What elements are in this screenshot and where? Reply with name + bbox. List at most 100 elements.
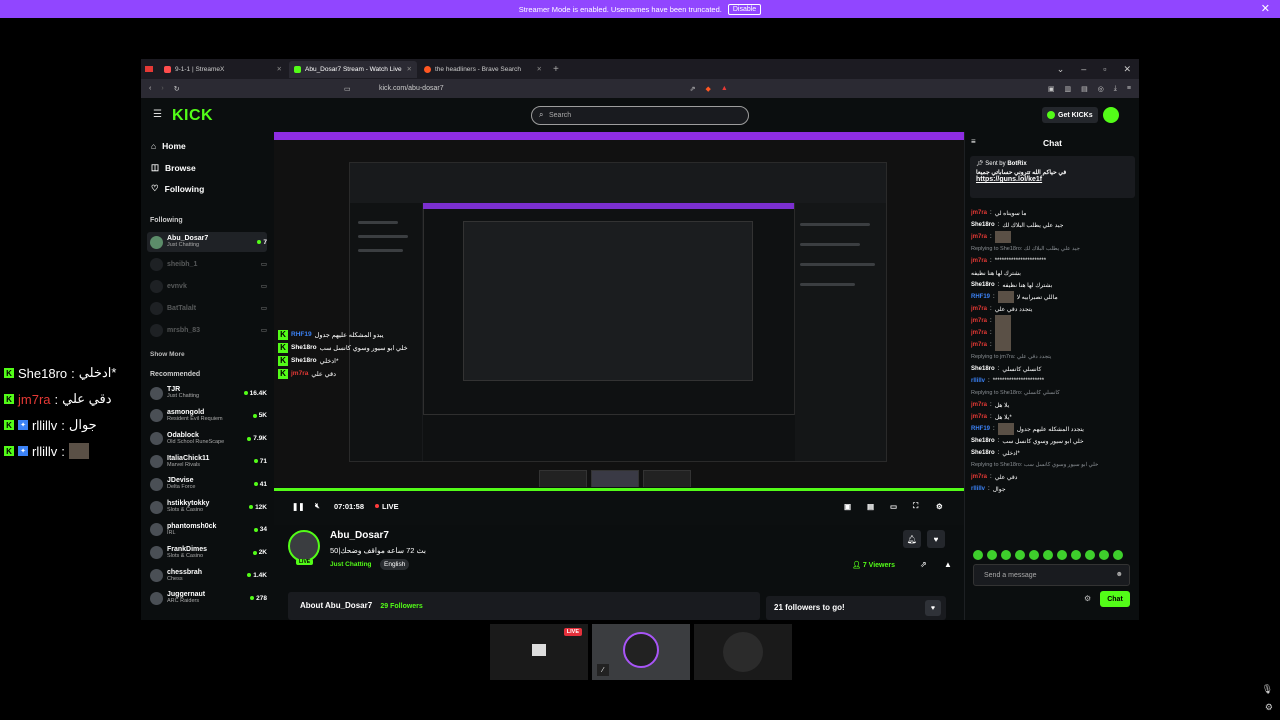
mute-icon[interactable]: 🔇︎ [315, 501, 320, 511]
recommended-item[interactable]: FrankDimes Slots & Casino 2K [147, 543, 267, 563]
following-item[interactable]: evnvk ▭ [147, 276, 267, 296]
collapse-chat-icon[interactable]: ≡ [971, 137, 976, 146]
tab-streamex[interactable]: 9-1-1 | StreameX ✕ [159, 61, 287, 78]
chat-username[interactable]: She18ro [971, 282, 995, 288]
chat-username[interactable]: rllillv [971, 486, 985, 492]
video-player[interactable]: K RHF19 يبدو المشكله عليهم جدول K She18ro خل… [274, 132, 964, 525]
chat-username[interactable]: jm7ra [971, 210, 987, 216]
progress-bar[interactable] [274, 488, 964, 491]
extensions-icon[interactable]: ▣ [1048, 85, 1055, 93]
chat-message[interactable]: jm7ra: يلا هل* [971, 411, 1135, 423]
chat-message[interactable]: jm7ra: يلا هل [971, 399, 1135, 411]
chat-message[interactable]: RHF19: ماللي تصبرابيه لا [971, 291, 1135, 303]
recommended-item[interactable]: chessbrah Chess 1.4K [147, 565, 267, 585]
chat-username[interactable]: She18ro [971, 438, 995, 444]
chat-message[interactable]: She18ro: كانسلي كانسلي [971, 363, 1135, 375]
send-chat-button[interactable]: Chat [1100, 591, 1130, 607]
emoji-icon[interactable]: ☻ [1116, 571, 1123, 578]
chat-message[interactable]: jm7ra: [971, 339, 1135, 351]
nav-browse[interactable]: ◫ Browse [151, 162, 196, 173]
emote-icon[interactable] [1113, 550, 1123, 560]
chat-username[interactable]: She18ro [971, 222, 995, 228]
emote-icon[interactable] [1071, 550, 1081, 560]
download-icon[interactable]: ⤓ [1114, 85, 1117, 93]
recommended-item[interactable]: JDevise Delta Force 41 [147, 474, 267, 494]
emote-icon[interactable] [973, 550, 983, 560]
pinned-link[interactable]: https://guns.lol/ke1f [976, 176, 1129, 183]
close-icon[interactable]: ✕ [1261, 2, 1270, 15]
emote-icon[interactable] [1057, 550, 1067, 560]
maximize-icon[interactable]: ▫ [1103, 64, 1106, 75]
chat-username[interactable]: jm7ra [971, 258, 987, 264]
following-item[interactable]: BatTalalt ▭ [147, 298, 267, 318]
get-kicks-button[interactable]: Get KICKs [1042, 107, 1098, 123]
reload-icon[interactable]: ↻ [174, 85, 180, 93]
chat-message[interactable]: jm7ra: [971, 327, 1135, 339]
chat-username[interactable]: rllillv [971, 378, 985, 384]
back-icon[interactable]: ‹ [149, 85, 151, 92]
theater-icon[interactable]: ▤ [867, 502, 874, 511]
chat-message[interactable]: rllillv: ********************** [971, 375, 1135, 387]
chat-username[interactable]: RHF19 [971, 294, 990, 300]
recommended-item[interactable]: TJR Just Chatting 16.4K [147, 383, 267, 403]
minimize-icon[interactable]: – [1081, 64, 1086, 75]
chat-message[interactable]: Replying to She18ro: كانسلي كانسلي [971, 387, 1135, 399]
chat-username[interactable]: jm7ra [971, 474, 987, 480]
forward-icon[interactable]: › [161, 85, 163, 92]
emote-icon[interactable] [1043, 550, 1053, 560]
settings-icon[interactable]: ⚙ [1265, 702, 1273, 713]
emote-icon[interactable] [1029, 550, 1039, 560]
wallet-icon[interactable]: ▤ [1081, 85, 1088, 93]
close-tab-icon[interactable]: ✕ [537, 65, 542, 73]
chat-message[interactable]: jm7ra: [971, 231, 1135, 243]
following-item[interactable]: mrsbh_83 ▭ [147, 320, 267, 340]
chat-message[interactable]: She18ro: جيد علي يطلب البلاك لك [971, 219, 1135, 231]
recommended-item[interactable]: Odablock Old School RuneScape 7.9K [147, 429, 267, 449]
emote-icon[interactable] [1099, 550, 1109, 560]
url-field[interactable]: kick.com/abu-dosar7 [379, 85, 444, 92]
follow-heart-icon[interactable]: ♥ [927, 530, 945, 548]
notification-bell-icon[interactable]: 🔔︎ [903, 530, 921, 548]
settings-icon[interactable]: ⚙ [936, 502, 943, 511]
disable-button[interactable]: Disable [727, 3, 762, 15]
following-item[interactable]: Abu_Dosar7 Just Chatting 7 [147, 232, 267, 252]
rewards-icon[interactable]: ▲ [721, 85, 728, 93]
participant-tile[interactable]: ⁄ [592, 624, 690, 680]
fullscreen-icon[interactable]: ⛶ [913, 501, 918, 511]
streamer-avatar[interactable] [288, 530, 320, 562]
mini-player-icon[interactable]: ▭ [890, 502, 897, 511]
emote-icon[interactable] [987, 550, 997, 560]
share-icon[interactable]: ⇗ [920, 560, 927, 569]
chat-username[interactable]: jm7ra [971, 306, 987, 312]
hamburger-icon[interactable]: ☰ [153, 109, 162, 120]
chat-message[interactable]: jm7ra: يتجدد دقي علي [971, 303, 1135, 315]
language-tag[interactable]: English [380, 559, 410, 570]
chat-input[interactable]: Send a message ☻ [973, 564, 1130, 586]
search-input[interactable]: ⌕ Search [531, 106, 749, 125]
chat-username[interactable]: She18ro [971, 450, 995, 456]
emote-icon[interactable] [1085, 550, 1095, 560]
microphone-icon[interactable]: 🎙︎ [1262, 684, 1273, 695]
participant-tile[interactable]: LIVE [490, 624, 588, 680]
recommended-item[interactable]: ItaliaChick11 Marvel Rivals 71 [147, 451, 267, 471]
emote-icon[interactable] [1015, 550, 1025, 560]
chat-username[interactable]: jm7ra [971, 414, 987, 420]
report-icon[interactable]: ▲ [944, 560, 952, 569]
recommended-item[interactable]: hstikkytokky Slots & Casino 12K [147, 497, 267, 517]
chat-username[interactable]: jm7ra [971, 402, 987, 408]
emote-icon[interactable] [1001, 550, 1011, 560]
chat-message[interactable]: She18ro: خلي ابو سيور وسوي كانسل سب [971, 435, 1135, 447]
close-tab-icon[interactable]: ✕ [277, 65, 282, 73]
recommended-item[interactable]: Juggernaut ARC Raiders 278 [147, 588, 267, 608]
close-tab-icon[interactable]: ✕ [407, 65, 412, 73]
tab-brave-search[interactable]: the headliners - Brave Search ✕ [419, 61, 547, 78]
chat-message[interactable]: Replying to She18ro: جيد علي يطلب البلاك… [971, 243, 1135, 255]
nav-following[interactable]: ♡ Following [151, 183, 204, 194]
menu-icon[interactable]: ≡ [1127, 85, 1131, 93]
show-more-link[interactable]: Show More [150, 351, 185, 358]
recommended-item[interactable]: phantomsh0ck IRL 34 [147, 520, 267, 540]
clip-icon[interactable]: ▣ [844, 502, 851, 511]
tab-search-icon[interactable]: ⌄ [1057, 64, 1065, 75]
chat-message[interactable]: Replying to jm7ra: يتجدد دقي علي [971, 351, 1135, 363]
bookmark-icon[interactable]: ▭ [344, 85, 351, 93]
